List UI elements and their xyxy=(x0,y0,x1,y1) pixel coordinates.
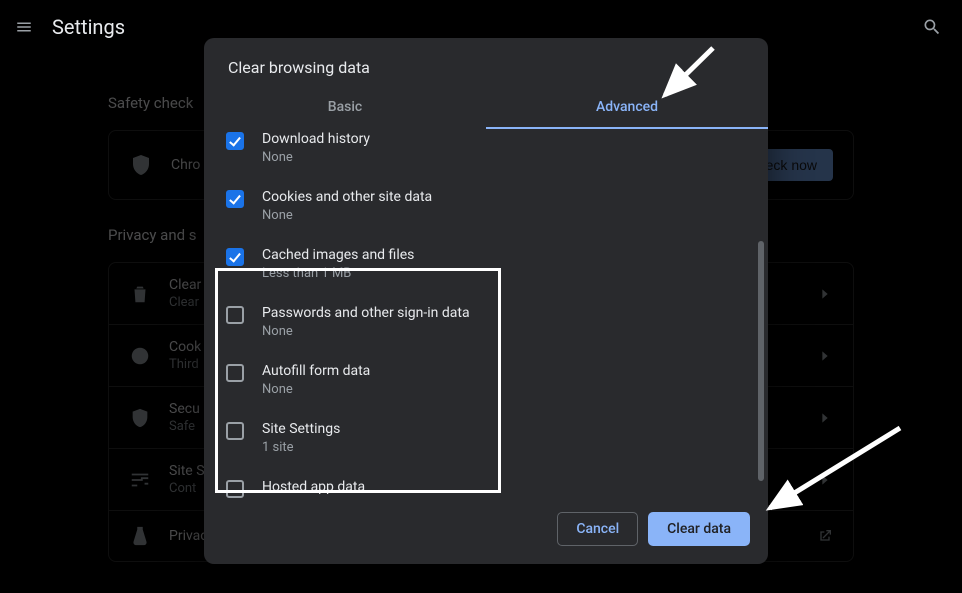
option-download-history[interactable]: Download history None xyxy=(222,129,750,177)
option-label: Download history xyxy=(262,131,370,147)
option-hosted-app-data[interactable]: Hosted app data 1 app (Web Store) xyxy=(222,467,750,498)
option-cached-images[interactable]: Cached images and files Less than 1 MB xyxy=(222,235,750,293)
dialog-title: Clear browsing data xyxy=(228,58,744,77)
tab-advanced[interactable]: Advanced xyxy=(486,89,768,129)
checkbox[interactable] xyxy=(226,480,244,498)
option-label: Autofill form data xyxy=(262,363,370,379)
checkbox[interactable] xyxy=(226,190,244,208)
option-cookies[interactable]: Cookies and other site data None xyxy=(222,177,750,235)
checkbox[interactable] xyxy=(226,364,244,382)
checkbox[interactable] xyxy=(226,248,244,266)
page-title: Settings xyxy=(52,15,125,39)
checkbox[interactable] xyxy=(226,132,244,150)
option-site-settings[interactable]: Site Settings 1 site xyxy=(222,409,750,467)
options-list: Download history None Cookies and other … xyxy=(204,129,768,498)
option-autofill[interactable]: Autofill form data None xyxy=(222,351,750,409)
clear-browsing-data-dialog: Clear browsing data Basic Advanced Downl… xyxy=(204,38,768,564)
option-sub: None xyxy=(262,208,432,223)
menu-icon[interactable] xyxy=(12,15,36,39)
tab-basic[interactable]: Basic xyxy=(204,89,486,129)
search-icon[interactable] xyxy=(914,9,950,45)
option-sub: 1 site xyxy=(262,440,340,455)
scrollbar-thumb[interactable] xyxy=(758,241,764,481)
option-sub: None xyxy=(262,382,370,397)
option-sub: None xyxy=(262,150,370,165)
option-sub: Less than 1 MB xyxy=(262,266,414,281)
clear-data-button[interactable]: Clear data xyxy=(648,512,750,546)
option-label: Hosted app data xyxy=(262,479,366,495)
option-passwords[interactable]: Passwords and other sign-in data None xyxy=(222,293,750,351)
option-label: Site Settings xyxy=(262,421,340,437)
dialog-footer: Cancel Clear data xyxy=(204,498,768,564)
checkbox[interactable] xyxy=(226,306,244,324)
dialog-tabs: Basic Advanced xyxy=(204,89,768,129)
option-label: Cached images and files xyxy=(262,247,414,263)
option-sub: None xyxy=(262,324,470,339)
option-label: Cookies and other site data xyxy=(262,189,432,205)
option-label: Passwords and other sign-in data xyxy=(262,305,470,321)
cancel-button[interactable]: Cancel xyxy=(557,512,638,546)
checkbox[interactable] xyxy=(226,422,244,440)
